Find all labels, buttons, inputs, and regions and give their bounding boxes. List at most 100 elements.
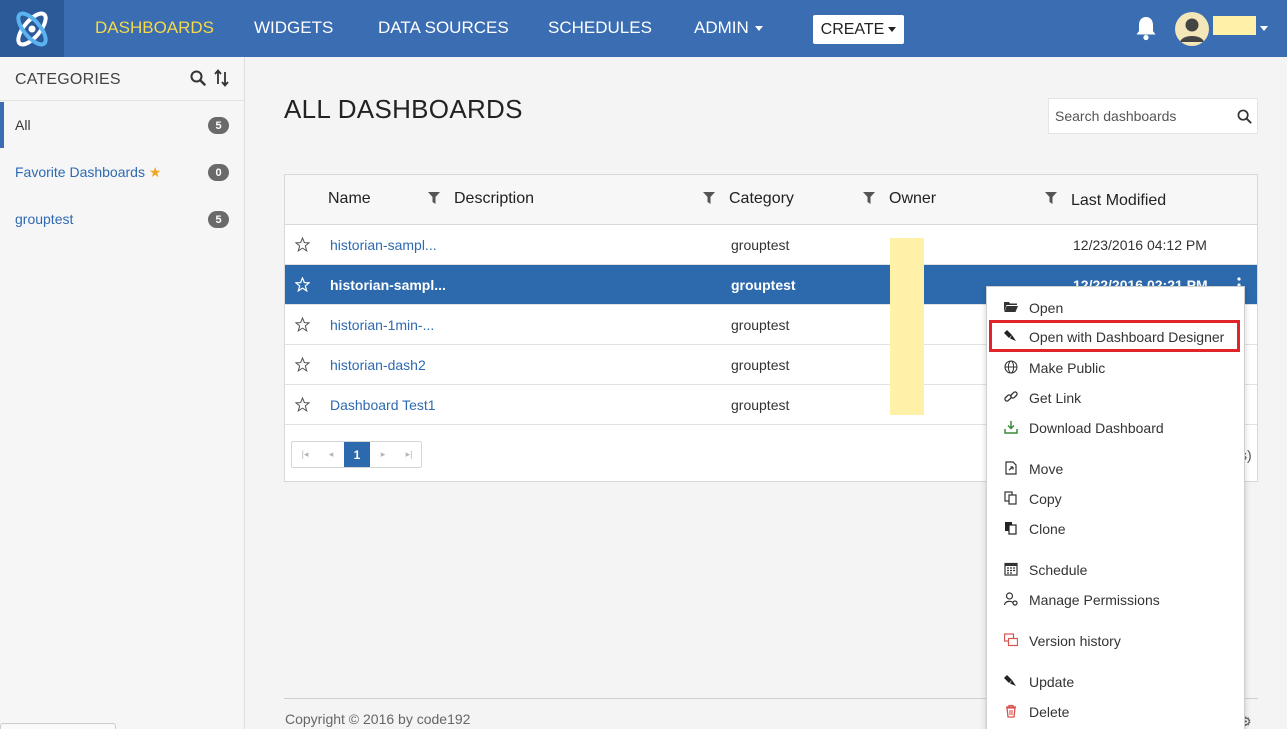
menu-divider xyxy=(987,445,1244,446)
category-cell: grouptest xyxy=(731,357,790,373)
username-redacted xyxy=(1213,16,1256,35)
menu-item-label: Get Link xyxy=(1029,390,1082,406)
category-cell: grouptest xyxy=(731,237,790,253)
last-page-icon[interactable]: ▸| xyxy=(396,442,422,467)
menu-item-label: Download Dashboard xyxy=(1029,420,1164,436)
menu-item-label: Open with Dashboard Designer xyxy=(1029,329,1225,345)
sidebar-item-favorites[interactable]: Favorite Dashboards ★ 0 xyxy=(0,149,244,195)
column-header-name[interactable]: Name xyxy=(328,190,371,208)
filter-icon[interactable] xyxy=(428,192,440,204)
sort-icon[interactable] xyxy=(214,69,230,87)
nav-schedules[interactable]: SCHEDULES xyxy=(548,0,652,57)
globe-icon xyxy=(1004,360,1018,374)
table-header: Name Description Category Owner Last Mod… xyxy=(285,175,1257,225)
count-badge: 5 xyxy=(208,211,229,228)
star-outline-icon[interactable] xyxy=(295,237,310,252)
star-outline-icon[interactable] xyxy=(295,397,310,412)
chevron-down-icon[interactable] xyxy=(1260,26,1268,31)
sidebar-item-grouptest[interactable]: grouptest 5 xyxy=(0,196,244,242)
menu-item-label: Make Public xyxy=(1029,360,1106,376)
menu-item-schedule[interactable]: Schedule xyxy=(987,554,1244,584)
page-title: ALL DASHBOARDS xyxy=(284,94,523,124)
trash-icon xyxy=(1006,704,1016,718)
menu-divider xyxy=(987,546,1244,547)
column-header-description[interactable]: Description xyxy=(454,190,534,208)
avatar[interactable] xyxy=(1175,12,1209,46)
count-badge: 0 xyxy=(208,164,229,181)
menu-item-make-public[interactable]: Make Public xyxy=(987,352,1244,382)
category-cell: grouptest xyxy=(731,317,790,333)
menu-item-label: Open xyxy=(1029,300,1064,316)
menu-item-manage-permissions[interactable]: Manage Permissions xyxy=(987,584,1244,614)
version-history-icon xyxy=(1004,633,1018,647)
move-file-icon xyxy=(1005,461,1017,475)
next-page-icon[interactable]: ▸ xyxy=(370,442,396,467)
copy-icon xyxy=(1004,491,1017,505)
menu-item-update[interactable]: Update xyxy=(987,666,1244,696)
star-outline-icon[interactable] xyxy=(295,357,310,372)
menu-item-open-with-designer[interactable]: Open with Dashboard Designer xyxy=(989,320,1240,352)
create-button[interactable]: CREATE xyxy=(813,15,904,44)
column-header-last-modified[interactable]: Last Modified xyxy=(1071,192,1166,210)
menu-item-label: Move xyxy=(1029,461,1064,477)
search-icon[interactable] xyxy=(190,70,206,86)
menu-item-label: Clone xyxy=(1029,521,1066,537)
prev-page-icon[interactable]: ◂ xyxy=(318,442,344,467)
nav-data-sources[interactable]: DATA SOURCES xyxy=(378,0,509,57)
user-icon xyxy=(1180,18,1204,42)
search-box xyxy=(1048,98,1258,134)
bell-icon[interactable] xyxy=(1134,15,1158,41)
menu-item-delete[interactable]: Delete xyxy=(987,696,1244,726)
filter-icon[interactable] xyxy=(703,192,715,204)
owner-redacted xyxy=(890,238,924,415)
column-header-owner[interactable]: Owner xyxy=(889,190,936,208)
search-icon[interactable] xyxy=(1237,109,1252,124)
filter-icon[interactable] xyxy=(1045,192,1057,204)
dashboard-name-link[interactable]: historian-sampl... xyxy=(330,277,446,293)
nav-admin-label: ADMIN xyxy=(694,18,749,37)
column-header-category[interactable]: Category xyxy=(729,190,794,208)
top-navbar: DASHBOARDS WIDGETS DATA SOURCES SCHEDULE… xyxy=(0,0,1287,57)
filter-icon[interactable] xyxy=(863,192,875,204)
menu-item-download[interactable]: Download Dashboard xyxy=(987,412,1244,442)
first-page-icon[interactable]: |◂ xyxy=(292,442,318,467)
star-outline-icon[interactable] xyxy=(295,317,310,332)
menu-item-label: Schedule xyxy=(1029,562,1088,578)
chevron-down-icon xyxy=(754,26,763,32)
pagination: |◂ ◂ 1 ▸ ▸| xyxy=(291,441,422,468)
menu-item-clone[interactable]: Clone xyxy=(987,513,1244,543)
category-cell: grouptest xyxy=(731,397,790,413)
dashboard-name-link[interactable]: historian-sampl... xyxy=(330,237,437,253)
dashboard-name-link[interactable]: historian-1min-... xyxy=(330,317,434,333)
sidebar-header: CATEGORIES xyxy=(0,57,244,101)
search-input[interactable] xyxy=(1049,99,1229,133)
nav-dashboards[interactable]: DASHBOARDS xyxy=(95,0,214,57)
sidebar-item-all[interactable]: All 5 xyxy=(0,102,244,148)
nav-admin[interactable]: ADMIN xyxy=(694,0,763,57)
pencil-icon xyxy=(1004,330,1016,341)
last-modified-cell: 12/23/2016 04:12 PM xyxy=(1073,237,1207,253)
atom-logo-icon xyxy=(16,11,48,46)
sidebar-item-label-text: Favorite Dashboards xyxy=(15,164,145,180)
category-cell: grouptest xyxy=(731,277,796,293)
chevron-down-icon xyxy=(888,27,897,32)
nav-widgets[interactable]: WIDGETS xyxy=(254,0,333,57)
page-number-current[interactable]: 1 xyxy=(344,442,370,467)
dashboard-name-link[interactable]: historian-dash2 xyxy=(330,357,426,373)
menu-item-version-history[interactable]: Version history xyxy=(987,625,1244,655)
menu-divider xyxy=(987,658,1244,659)
clone-icon xyxy=(1005,522,1017,535)
menu-item-open[interactable]: Open xyxy=(987,292,1244,322)
menu-item-copy[interactable]: Copy xyxy=(987,483,1244,513)
menu-item-label: Update xyxy=(1029,674,1075,690)
star-outline-icon[interactable] xyxy=(295,277,310,292)
sidebar-scrollbar[interactable] xyxy=(0,723,116,729)
menu-item-label: Manage Permissions xyxy=(1029,592,1160,608)
copyright-text: Copyright © 2016 by code192 xyxy=(285,711,471,727)
dashboard-name-link[interactable]: Dashboard Test1 xyxy=(330,397,436,413)
app-logo[interactable] xyxy=(0,0,64,57)
menu-item-get-link[interactable]: Get Link xyxy=(987,382,1244,412)
menu-item-move[interactable]: Move xyxy=(987,453,1244,483)
table-row[interactable]: historian-sampl... grouptest 12/23/2016 … xyxy=(285,225,1257,265)
menu-item-label: Delete xyxy=(1029,704,1070,720)
